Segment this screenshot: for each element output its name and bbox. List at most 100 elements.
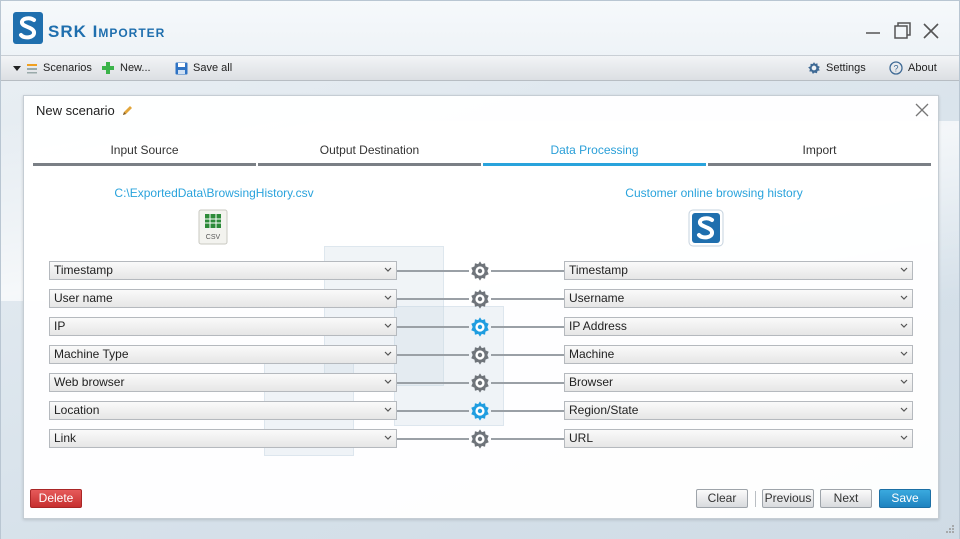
about-label: About [908,62,937,74]
scenarios-list-icon [27,64,37,74]
gear-icon [808,62,820,74]
maximize-icon[interactable] [892,21,912,41]
source-field-select[interactable]: User name [49,289,397,308]
transform-gear-icon[interactable] [469,344,491,366]
mapping-row: IP IP Address [49,317,913,337]
target-field-select[interactable]: Browser [564,373,913,392]
title-bar: SRK Importer [1,1,959,55]
transform-gear-icon[interactable] [469,372,491,394]
plus-icon [102,62,114,74]
source-field-select[interactable]: Location [49,401,397,420]
close-window-icon[interactable] [921,21,941,41]
dropdown-arrow-icon [13,66,21,71]
previous-button[interactable]: Previous [762,489,814,508]
transform-gear-active-icon[interactable] [469,400,491,422]
floppy-disk-icon [175,62,188,74]
wizard-tabs: Input Source Output Destination Data Pro… [33,138,931,166]
destination-name: Customer online browsing history [625,186,803,200]
chevron-down-icon [384,435,392,440]
minimize-icon[interactable] [863,21,883,41]
target-field-value: Region/State [569,403,639,417]
tab-output-destination[interactable]: Output Destination [258,138,481,166]
source-field-value: IP [54,319,66,333]
chevron-down-icon [384,295,392,300]
new-button[interactable]: New... [101,56,151,80]
help-circle-icon: ? [889,61,903,75]
scenarios-menu[interactable]: Scenarios [13,56,92,80]
app-logo-icon [13,12,43,44]
chevron-down-icon [384,407,392,412]
clear-button[interactable]: Clear [696,489,748,508]
transform-gear-active-icon[interactable] [469,316,491,338]
mapping-connector [397,270,469,272]
tab-data-processing[interactable]: Data Processing [483,138,706,166]
scenarios-label: Scenarios [43,62,92,74]
app-window: SRK Importer Scenarios New... Save all S… [0,0,960,539]
mapping-row: User name Username [49,289,913,309]
chevron-down-icon [384,379,392,384]
source-field-value: User name [54,291,113,305]
target-field-value: Machine [569,347,615,361]
settings-button[interactable]: Settings [807,56,866,80]
source-field-select[interactable]: Link [49,429,397,448]
pencil-icon[interactable] [121,104,134,117]
save-all-label: Save all [193,62,233,74]
chevron-down-icon [384,323,392,328]
save-all-button[interactable]: Save all [175,56,232,80]
source-field-select[interactable]: Web browser [49,373,397,392]
mapping-connector [397,382,469,384]
target-field-value: Browser [569,375,614,389]
new-label: New... [120,62,151,74]
mapping-connector [397,326,469,328]
chevron-down-icon [900,379,908,384]
settings-label: Settings [826,62,866,74]
scenario-dialog: New scenario Input Source Output Destina… [23,95,939,519]
source-field-select[interactable]: Machine Type [49,345,397,364]
app-title: SRK Importer [48,22,166,41]
mapping-connector [491,382,564,384]
mapping-row: Timestamp Timestamp [49,261,913,281]
source-file-path: C:\ExportedData\BrowsingHistory.csv [114,186,314,200]
chevron-down-icon [900,351,908,356]
target-field-select[interactable]: Machine [564,345,913,364]
transform-gear-icon[interactable] [469,260,491,282]
mapping-connector [397,298,469,300]
csv-icon-text: CSV [206,234,221,241]
source-field-select[interactable]: IP [49,317,397,336]
chevron-down-icon [384,267,392,272]
transform-gear-icon[interactable] [469,288,491,310]
mapping-row: Location Region/State [49,401,913,421]
delete-button[interactable]: Delete [30,489,82,508]
tab-input-source[interactable]: Input Source [33,138,256,166]
target-field-select[interactable]: Timestamp [564,261,913,280]
next-button[interactable]: Next [820,489,872,508]
csv-file-icon: CSV [198,209,228,245]
save-button[interactable]: Save [879,489,931,508]
source-field-value: Link [54,431,77,445]
mapping-connector [397,438,469,440]
close-dialog-icon[interactable] [915,103,929,117]
source-field-value: Location [54,403,100,417]
resize-grip-icon[interactable] [945,524,955,534]
transform-gear-icon[interactable] [469,428,491,450]
chevron-down-icon [900,435,908,440]
target-field-select[interactable]: IP Address [564,317,913,336]
tab-import[interactable]: Import [708,138,931,166]
mapping-connector [397,354,469,356]
target-field-select[interactable]: URL [564,429,913,448]
target-field-select[interactable]: Region/State [564,401,913,420]
chevron-down-icon [900,295,908,300]
target-field-select[interactable]: Username [564,289,913,308]
target-field-value: Username [569,291,625,305]
about-button[interactable]: ? About [889,56,937,80]
mapping-connector [491,298,564,300]
source-field-value: Timestamp [54,263,113,277]
mapping-connector [491,270,564,272]
mapping-row: Web browser Browser [49,373,913,393]
source-field-select[interactable]: Timestamp [49,261,397,280]
target-field-value: URL [569,431,594,445]
mapping-connector [491,354,564,356]
mapping-connector [491,410,564,412]
target-field-value: IP Address [569,319,627,333]
svg-text:?: ? [893,64,898,74]
